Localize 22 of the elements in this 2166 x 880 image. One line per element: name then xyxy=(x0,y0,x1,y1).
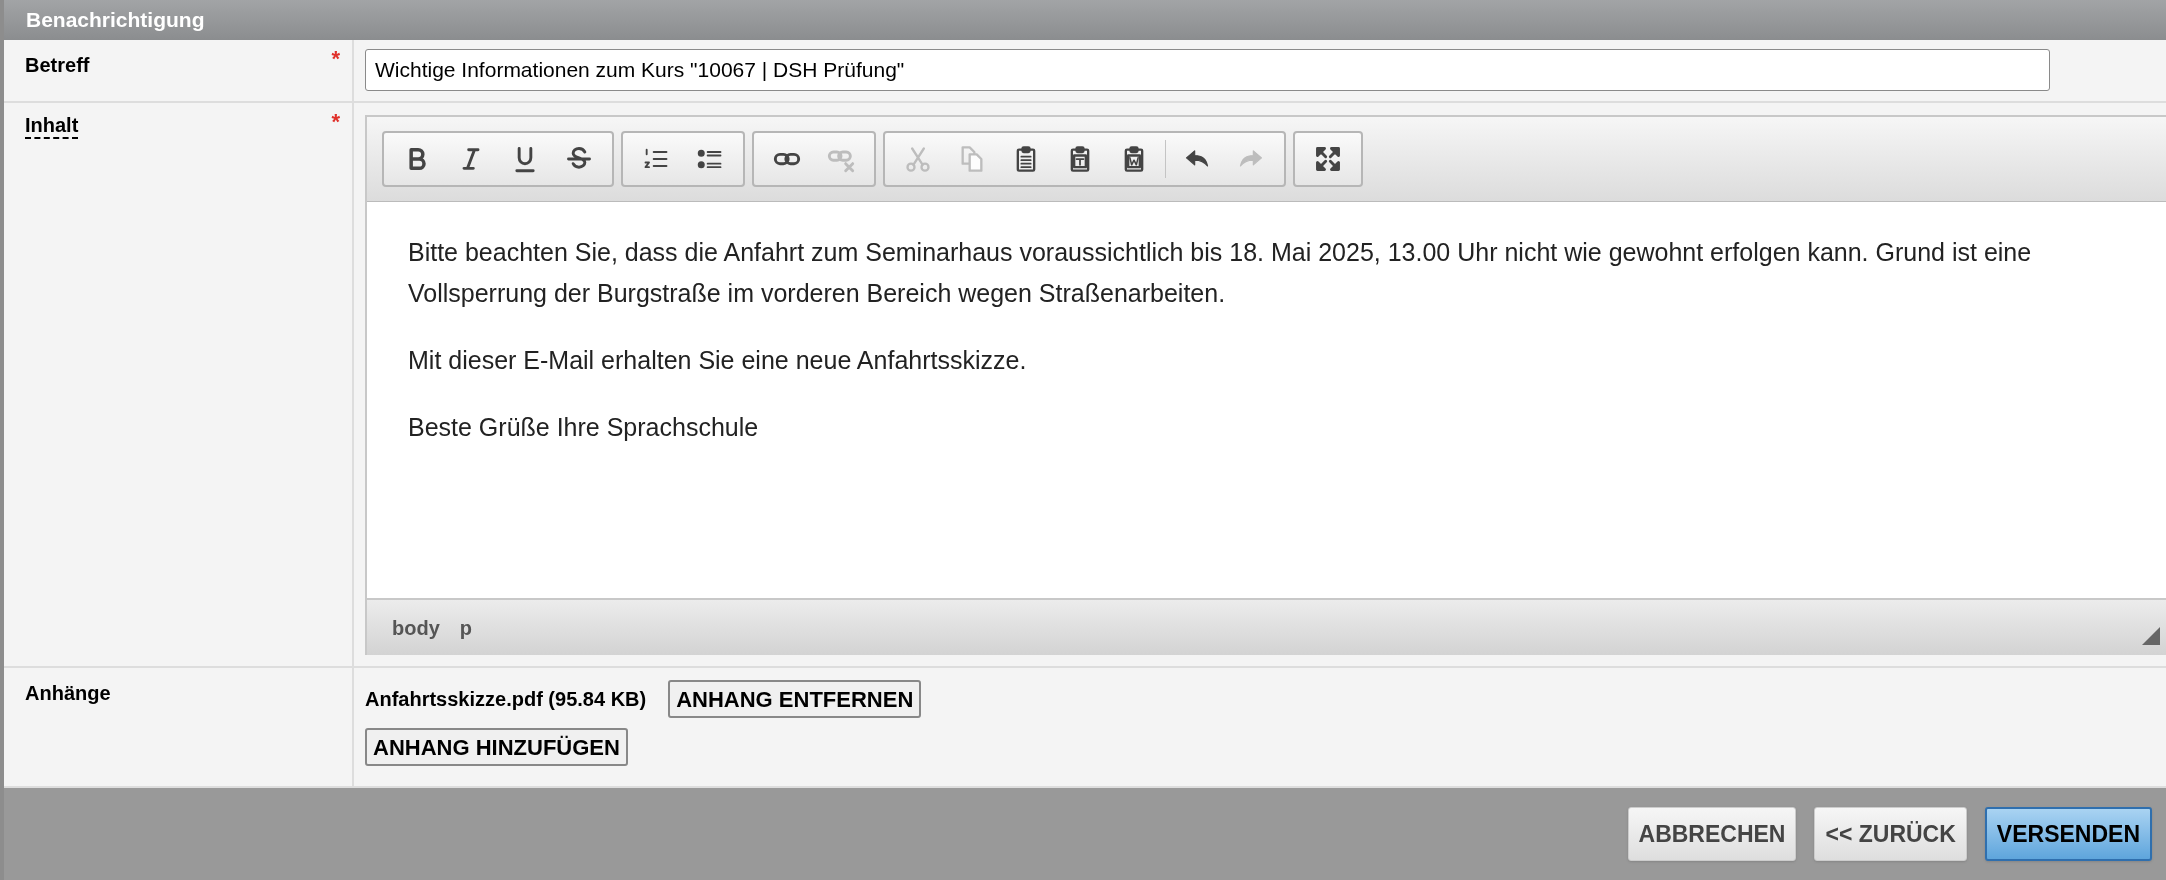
footer-button[interactable]: ABBRECHEN xyxy=(1627,807,1797,861)
maximize-icon xyxy=(1314,145,1342,173)
panel-title: Benachrichtigung xyxy=(4,0,2166,40)
field-label: Inhalt xyxy=(25,113,79,139)
element-path-item[interactable]: p xyxy=(459,612,472,643)
editor-body[interactable] xyxy=(367,202,2166,600)
remove-attachment-button[interactable]: ANHANG ENTFERNEN xyxy=(668,680,922,718)
add-attachment-button[interactable]: ANHANG HINZUFÜGEN xyxy=(365,728,628,766)
required-marker: * xyxy=(331,50,340,73)
paragraph: Beste Grüße Ihre Sprachschule xyxy=(408,412,760,443)
paragraph: Mit dieser E-Mail erhalten Sie eine neue Anfahrtsskizze. xyxy=(408,345,1028,376)
resize-handle[interactable] xyxy=(2142,627,2160,645)
attachment-name: Anfahrtsskizze.pdf (95.84 KB) xyxy=(365,687,647,712)
subject-input[interactable]: Wichtige Informationen zum Kurs "10067 | DSH Prüfung" xyxy=(365,49,2050,91)
scissors-icon xyxy=(904,145,932,173)
field-label: Betreff xyxy=(25,53,90,78)
field-label: Anhänge xyxy=(25,681,111,706)
required-marker: * xyxy=(331,113,340,136)
footer-button[interactable]: VERSENDEN xyxy=(1984,807,2152,861)
footer-button[interactable]: << ZURÜCK xyxy=(1814,807,1967,861)
element-path-item[interactable]: body xyxy=(392,612,440,643)
paragraph: Bitte beachten Sie, dass die Anfahrt zum Seminarhaus voraussichtlich bis 18. Mai 2025, 13.00 Uhr nicht wie gewohnt erfolgen kann. Grund ist eine Vollsperrung der Burgstraße im vorderen Bereich wegen Straßenarbeiten. xyxy=(408,237,2033,309)
